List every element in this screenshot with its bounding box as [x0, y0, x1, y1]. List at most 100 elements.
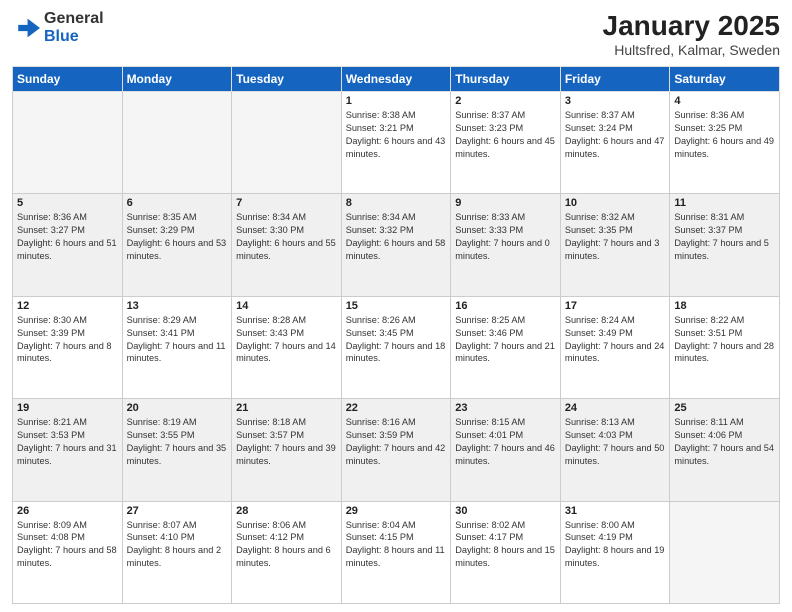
day-info: Sunrise: 8:09 AM Sunset: 4:08 PM Dayligh…: [17, 519, 118, 571]
day-number: 8: [346, 197, 447, 209]
day-info: Sunrise: 8:18 AM Sunset: 3:57 PM Dayligh…: [236, 416, 337, 468]
month-title: January 2025: [603, 10, 780, 42]
day-number: 9: [455, 197, 556, 209]
calendar-cell: [122, 92, 232, 194]
day-number: 29: [346, 505, 447, 517]
day-number: 24: [565, 402, 666, 414]
calendar-cell: 16 Sunrise: 8:25 AM Sunset: 3:46 PM Dayli…: [451, 296, 561, 398]
day-info: Sunrise: 8:11 AM Sunset: 4:06 PM Dayligh…: [674, 416, 775, 468]
calendar-cell: 19 Sunrise: 8:21 AM Sunset: 3:53 PM Dayli…: [13, 399, 123, 501]
weekday-header-row: SundayMondayTuesdayWednesdayThursdayFrid…: [13, 67, 780, 92]
calendar-cell: 30 Sunrise: 8:02 AM Sunset: 4:17 PM Dayli…: [451, 501, 561, 603]
day-info: Sunrise: 8:13 AM Sunset: 4:03 PM Dayligh…: [565, 416, 666, 468]
day-number: 3: [565, 95, 666, 107]
day-info: Sunrise: 8:22 AM Sunset: 3:51 PM Dayligh…: [674, 314, 775, 366]
day-info: Sunrise: 8:15 AM Sunset: 4:01 PM Dayligh…: [455, 416, 556, 468]
calendar-cell: 24 Sunrise: 8:13 AM Sunset: 4:03 PM Dayli…: [560, 399, 670, 501]
calendar-cell: 10 Sunrise: 8:32 AM Sunset: 3:35 PM Dayli…: [560, 194, 670, 296]
weekday-header: Monday: [122, 67, 232, 92]
weekday-header: Wednesday: [341, 67, 451, 92]
day-number: 22: [346, 402, 447, 414]
calendar-cell: 9 Sunrise: 8:33 AM Sunset: 3:33 PM Daylig…: [451, 194, 561, 296]
day-number: 19: [17, 402, 118, 414]
day-number: 26: [17, 505, 118, 517]
calendar-cell: 31Sunrise: 8:00 AM Sunset: 4:19 PM Dayli…: [560, 501, 670, 603]
weekday-header: Thursday: [451, 67, 561, 92]
day-number: 18: [674, 300, 775, 312]
calendar-cell: 8 Sunrise: 8:34 AM Sunset: 3:32 PM Daylig…: [341, 194, 451, 296]
calendar-cell: 23Sunrise: 8:15 AM Sunset: 4:01 PM Dayli…: [451, 399, 561, 501]
calendar-cell: 11Sunrise: 8:31 AM Sunset: 3:37 PM Dayli…: [670, 194, 780, 296]
logo-icon: [12, 14, 40, 42]
day-number: 14: [236, 300, 337, 312]
logo-blue: Blue: [44, 28, 104, 46]
calendar-cell: 5Sunrise: 8:36 AM Sunset: 3:27 PM Daylig…: [13, 194, 123, 296]
day-info: Sunrise: 8:06 AM Sunset: 4:12 PM Dayligh…: [236, 519, 337, 571]
day-number: 4: [674, 95, 775, 107]
logo-general: General: [44, 10, 104, 28]
day-number: 21: [236, 402, 337, 414]
day-number: 10: [565, 197, 666, 209]
calendar-cell: 14 Sunrise: 8:28 AM Sunset: 3:43 PM Dayli…: [232, 296, 342, 398]
day-info: Sunrise: 8:28 AM Sunset: 3:43 PM Dayligh…: [236, 314, 337, 366]
calendar-cell: 29 Sunrise: 8:04 AM Sunset: 4:15 PM Dayli…: [341, 501, 451, 603]
day-info: Sunrise: 8:19 AM Sunset: 3:55 PM Dayligh…: [127, 416, 228, 468]
day-number: 20: [127, 402, 228, 414]
calendar-cell: [13, 92, 123, 194]
day-number: 13: [127, 300, 228, 312]
day-info: Sunrise: 8:34 AM Sunset: 3:30 PM Dayligh…: [236, 211, 337, 263]
calendar-cell: 12Sunrise: 8:30 AM Sunset: 3:39 PM Dayli…: [13, 296, 123, 398]
day-number: 17: [565, 300, 666, 312]
calendar-cell: 7 Sunrise: 8:34 AM Sunset: 3:30 PM Daylig…: [232, 194, 342, 296]
day-info: Sunrise: 8:16 AM Sunset: 3:59 PM Dayligh…: [346, 416, 447, 468]
calendar-cell: 18 Sunrise: 8:22 AM Sunset: 3:51 PM Dayli…: [670, 296, 780, 398]
day-number: 6: [127, 197, 228, 209]
day-number: 1: [346, 95, 447, 107]
day-info: Sunrise: 8:38 AM Sunset: 3:21 PM Dayligh…: [346, 109, 447, 161]
location-title: Hultsfred, Kalmar, Sweden: [603, 42, 780, 58]
calendar: SundayMondayTuesdayWednesdayThursdayFrid…: [12, 66, 780, 604]
calendar-cell: 6 Sunrise: 8:35 AM Sunset: 3:29 PM Daylig…: [122, 194, 232, 296]
calendar-cell: [670, 501, 780, 603]
day-number: 7: [236, 197, 337, 209]
day-number: 30: [455, 505, 556, 517]
weekday-header: Tuesday: [232, 67, 342, 92]
day-info: Sunrise: 8:25 AM Sunset: 3:46 PM Dayligh…: [455, 314, 556, 366]
weekday-header: Sunday: [13, 67, 123, 92]
calendar-cell: 21 Sunrise: 8:18 AM Sunset: 3:57 PM Dayli…: [232, 399, 342, 501]
calendar-cell: 1 Sunrise: 8:38 AM Sunset: 3:21 PM Daylig…: [341, 92, 451, 194]
day-info: Sunrise: 8:33 AM Sunset: 3:33 PM Dayligh…: [455, 211, 556, 263]
day-info: Sunrise: 8:35 AM Sunset: 3:29 PM Dayligh…: [127, 211, 228, 263]
calendar-cell: 4Sunrise: 8:36 AM Sunset: 3:25 PM Daylig…: [670, 92, 780, 194]
day-number: 28: [236, 505, 337, 517]
day-info: Sunrise: 8:00 AM Sunset: 4:19 PM Dayligh…: [565, 519, 666, 571]
calendar-cell: 28 Sunrise: 8:06 AM Sunset: 4:12 PM Dayli…: [232, 501, 342, 603]
day-number: 25: [674, 402, 775, 414]
calendar-cell: 22 Sunrise: 8:16 AM Sunset: 3:59 PM Dayli…: [341, 399, 451, 501]
day-info: Sunrise: 8:04 AM Sunset: 4:15 PM Dayligh…: [346, 519, 447, 571]
day-info: Sunrise: 8:34 AM Sunset: 3:32 PM Dayligh…: [346, 211, 447, 263]
day-number: 27: [127, 505, 228, 517]
day-info: Sunrise: 8:21 AM Sunset: 3:53 PM Dayligh…: [17, 416, 118, 468]
weekday-header: Friday: [560, 67, 670, 92]
title-block: January 2025 Hultsfred, Kalmar, Sweden: [603, 10, 780, 58]
calendar-cell: 26 Sunrise: 8:09 AM Sunset: 4:08 PM Dayli…: [13, 501, 123, 603]
calendar-cell: 13 Sunrise: 8:29 AM Sunset: 3:41 PM Dayli…: [122, 296, 232, 398]
calendar-week-row: 1 Sunrise: 8:38 AM Sunset: 3:21 PM Daylig…: [13, 92, 780, 194]
calendar-cell: 3 Sunrise: 8:37 AM Sunset: 3:24 PM Daylig…: [560, 92, 670, 194]
day-number: 12: [17, 300, 118, 312]
day-info: Sunrise: 8:32 AM Sunset: 3:35 PM Dayligh…: [565, 211, 666, 263]
logo-text: General Blue: [44, 10, 104, 45]
day-info: Sunrise: 8:07 AM Sunset: 4:10 PM Dayligh…: [127, 519, 228, 571]
day-number: 16: [455, 300, 556, 312]
day-info: Sunrise: 8:02 AM Sunset: 4:17 PM Dayligh…: [455, 519, 556, 571]
day-info: Sunrise: 8:37 AM Sunset: 3:24 PM Dayligh…: [565, 109, 666, 161]
day-info: Sunrise: 8:29 AM Sunset: 3:41 PM Dayligh…: [127, 314, 228, 366]
logo: General Blue: [12, 10, 104, 45]
day-number: 5: [17, 197, 118, 209]
day-number: 15: [346, 300, 447, 312]
calendar-week-row: 19 Sunrise: 8:21 AM Sunset: 3:53 PM Dayli…: [13, 399, 780, 501]
day-info: Sunrise: 8:24 AM Sunset: 3:49 PM Dayligh…: [565, 314, 666, 366]
day-number: 2: [455, 95, 556, 107]
calendar-cell: 20 Sunrise: 8:19 AM Sunset: 3:55 PM Dayli…: [122, 399, 232, 501]
